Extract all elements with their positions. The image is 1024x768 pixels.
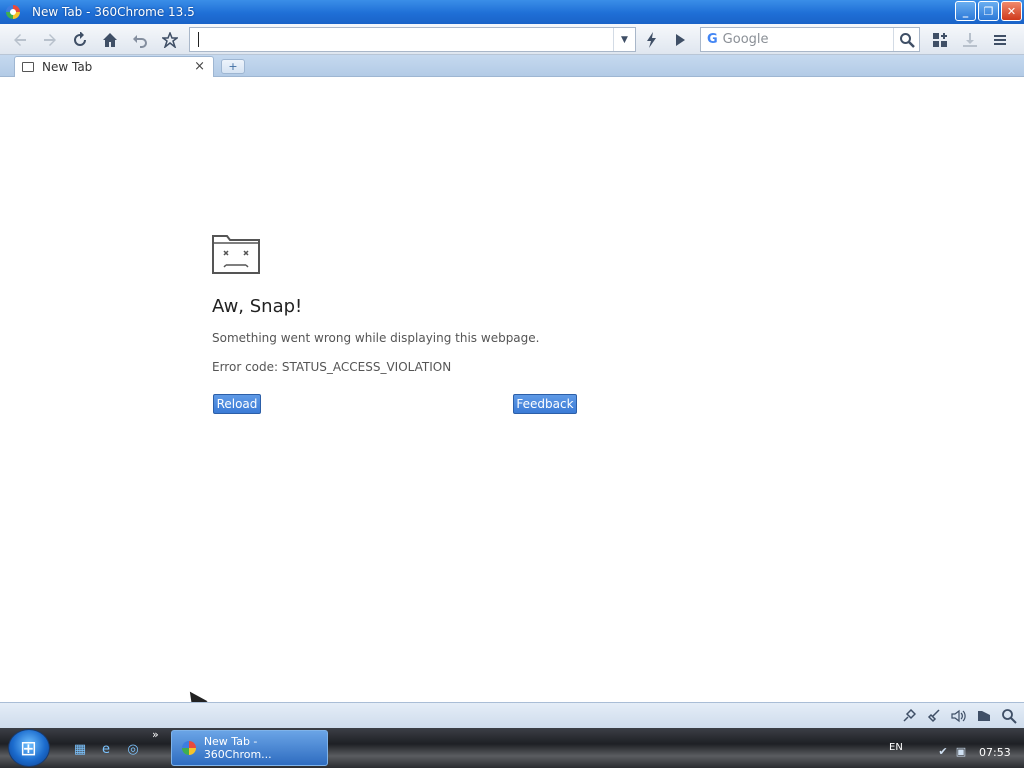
error-message: Something went wrong while displaying th… xyxy=(212,331,540,345)
tray-network-icon[interactable]: ▣ xyxy=(954,744,968,758)
tab-close-icon[interactable]: × xyxy=(194,59,205,74)
window-controls: _ ❐ ✕ xyxy=(955,1,1022,21)
taskbar: ▦ e ◎ » New Tab - 360Chrom... EN ✔ ▣ 07:… xyxy=(0,728,1024,768)
lightning-icon[interactable] xyxy=(640,28,664,52)
star-icon[interactable] xyxy=(158,28,182,52)
restore-button[interactable]: ❐ xyxy=(978,1,999,21)
clock[interactable]: 07:53 xyxy=(979,746,1011,759)
toolbar-right xyxy=(928,28,1012,52)
ie-quicklaunch-icon[interactable]: e xyxy=(97,740,115,758)
window-title: New Tab - 360Chrome 13.5 xyxy=(32,5,195,19)
home-icon[interactable] xyxy=(98,28,122,52)
google-g-icon: G xyxy=(707,32,718,47)
tab-label: New Tab xyxy=(42,60,93,74)
play-icon[interactable] xyxy=(668,28,692,52)
pin-icon[interactable] xyxy=(900,707,918,725)
explorer-quicklaunch-icon[interactable]: ▦ xyxy=(71,740,89,758)
start-button[interactable] xyxy=(8,729,50,767)
sad-page-favicon-icon xyxy=(22,62,34,72)
tab-strip: New Tab × + xyxy=(0,55,1024,77)
taskbar-item-label: New Tab - 360Chrom... xyxy=(203,735,272,761)
volume-icon[interactable] xyxy=(950,707,968,725)
new-tab-button[interactable]: + xyxy=(221,59,245,74)
close-button[interactable]: ✕ xyxy=(1001,1,1022,21)
page-content: Aw, Snap! Something went wrong while dis… xyxy=(0,78,1024,702)
app-logo-icon xyxy=(6,5,20,19)
forward-arrow-icon[interactable] xyxy=(38,28,62,52)
taskbar-item-360chrome[interactable]: New Tab - 360Chrom... xyxy=(171,730,328,766)
feedback-button[interactable]: Feedback xyxy=(513,394,577,414)
reload-button[interactable]: Reload xyxy=(213,394,261,414)
error-title: Aw, Snap! xyxy=(212,296,303,317)
sad-tab-icon xyxy=(212,234,260,277)
status-icons xyxy=(900,707,1018,725)
chevron-down-icon[interactable]: ▼ xyxy=(613,28,635,51)
search-box[interactable]: G Google xyxy=(700,27,920,52)
search-placeholder[interactable]: Google xyxy=(723,32,769,47)
error-code: Error code: STATUS_ACCESS_VIOLATION xyxy=(212,360,452,374)
search-icon[interactable] xyxy=(893,28,919,51)
tab-new-tab[interactable]: New Tab × xyxy=(14,56,214,77)
extensions-icon[interactable] xyxy=(928,28,952,52)
menu-icon[interactable] xyxy=(988,28,1012,52)
network-icon[interactable] xyxy=(975,707,993,725)
browser-toolbar: ▼ G Google xyxy=(0,24,1024,55)
tray-shield-icon[interactable]: ✔ xyxy=(936,744,950,758)
title-bar: New Tab - 360Chrome 13.5 _ ❐ ✕ xyxy=(0,0,1024,24)
reload-icon[interactable] xyxy=(68,28,92,52)
undo-icon[interactable] xyxy=(128,28,152,52)
app-logo-icon xyxy=(182,741,196,755)
download-icon[interactable] xyxy=(958,28,982,52)
language-indicator[interactable]: EN xyxy=(889,742,903,753)
address-bar[interactable]: ▼ xyxy=(189,27,636,52)
text-caret xyxy=(198,32,199,47)
zoom-icon[interactable] xyxy=(1000,707,1018,725)
status-bar xyxy=(0,702,1024,728)
quicklaunch-chevron-icon[interactable]: » xyxy=(152,728,159,741)
browser-quicklaunch-icon[interactable]: ◎ xyxy=(124,740,142,758)
minimize-button[interactable]: _ xyxy=(955,1,976,21)
broom-icon[interactable] xyxy=(925,707,943,725)
back-arrow-icon[interactable] xyxy=(8,28,32,52)
